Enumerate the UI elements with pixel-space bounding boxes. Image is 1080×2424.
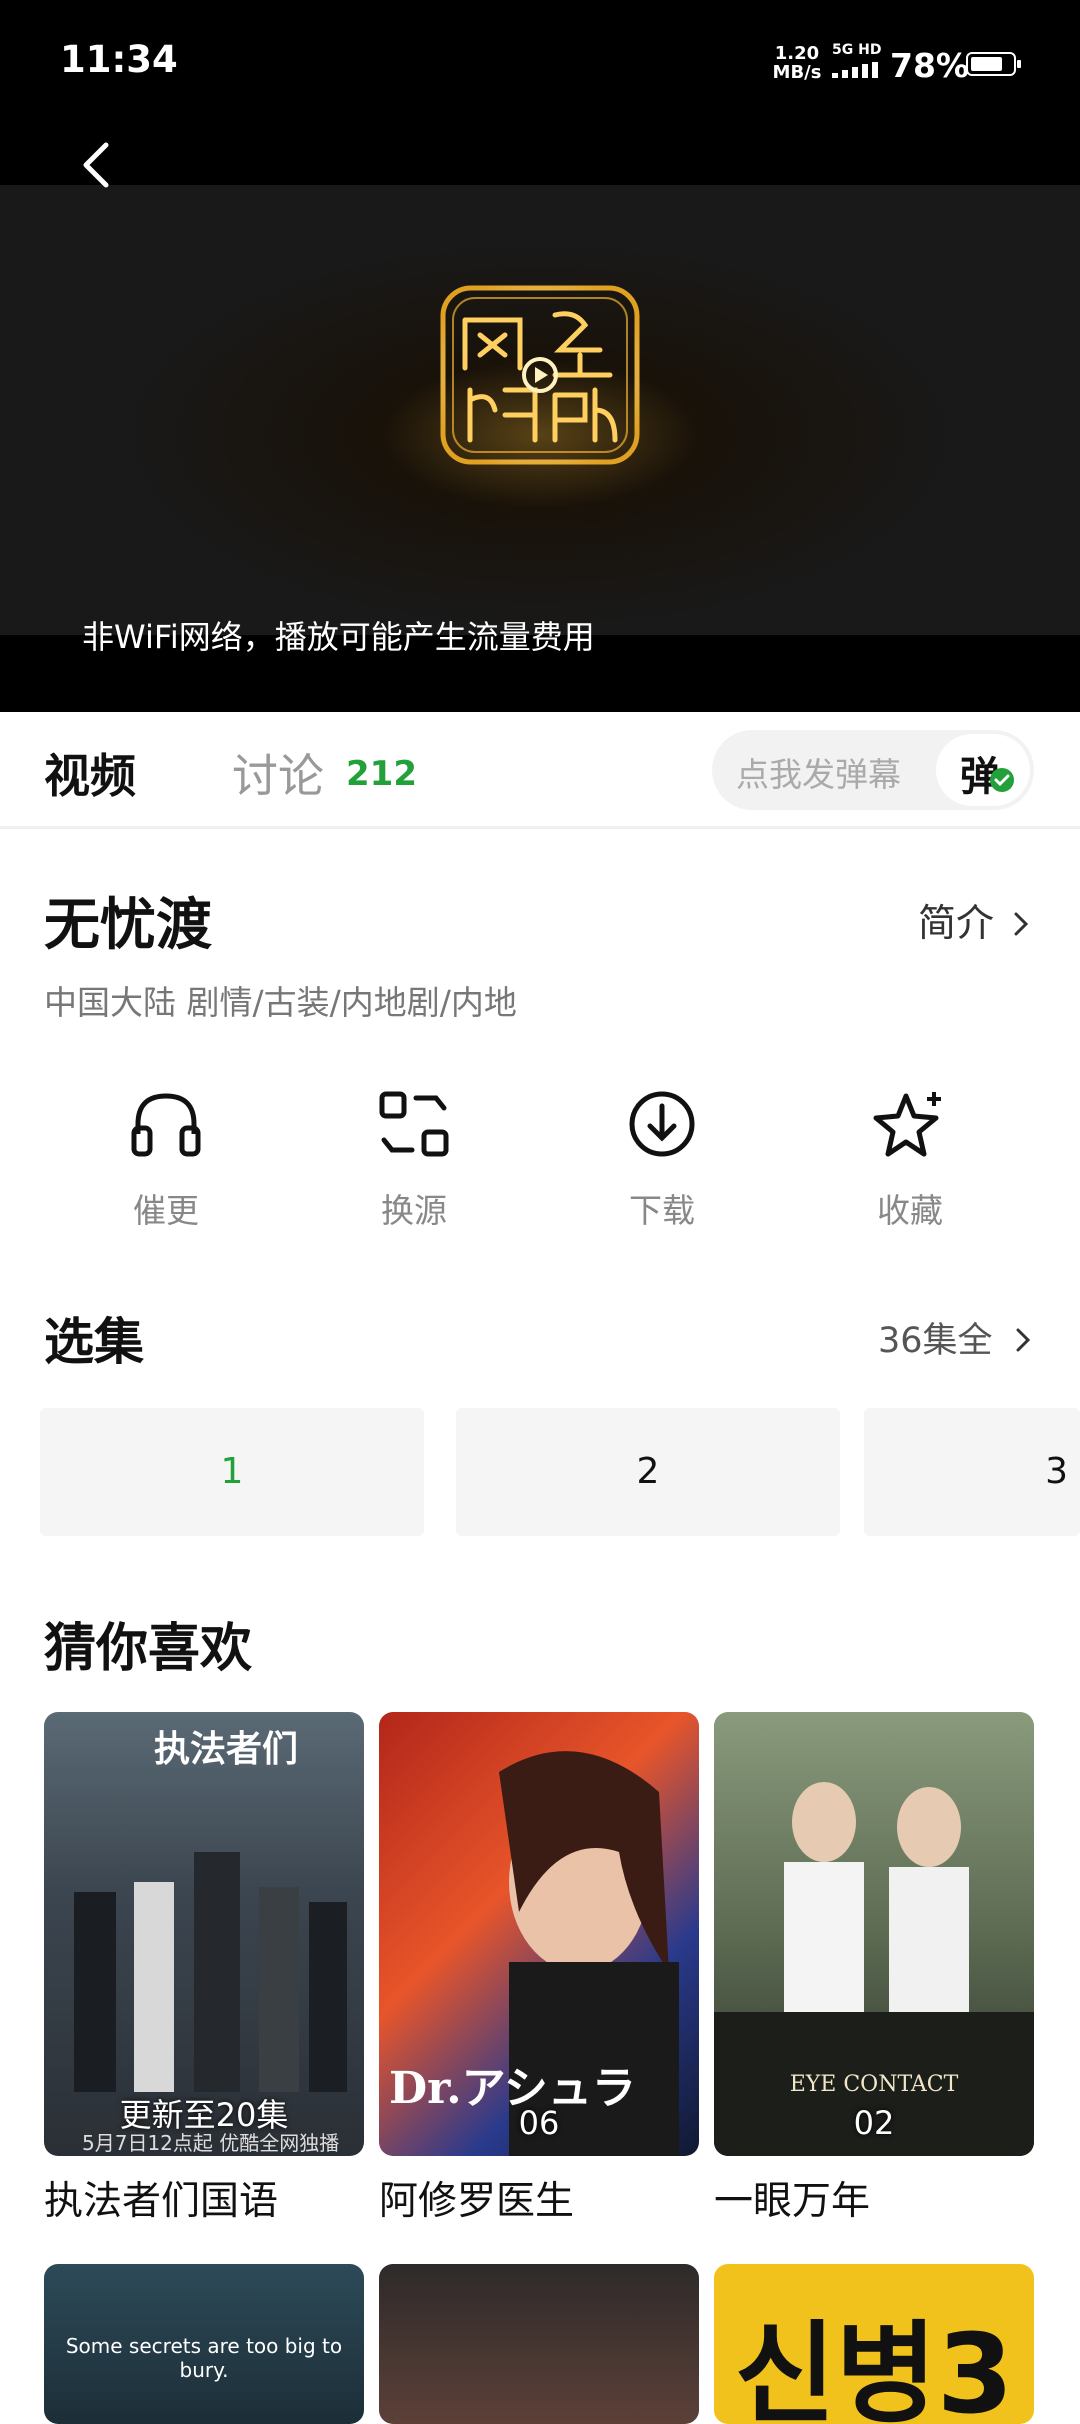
action-download[interactable]: 下载: [582, 1088, 742, 1232]
download-icon: [629, 1091, 695, 1157]
discussion-count-badge: 212: [346, 754, 417, 794]
episodes-all-link[interactable]: 36集全: [878, 1312, 1034, 1363]
star-icon: [873, 1092, 941, 1157]
recommendation-poster[interactable]: 신병3: [714, 2264, 1034, 2424]
wangluo-shiting-logo-icon: [435, 280, 645, 470]
battery-percent: 78%: [890, 46, 969, 85]
status-time: 11:34: [60, 38, 178, 81]
recommendation-poster[interactable]: EYE CONTACT 02: [714, 1712, 1034, 2156]
action-label: 换源: [381, 1191, 447, 1230]
network-speed: 1.20 MB/s: [772, 44, 822, 82]
action-label: 催更: [133, 1191, 199, 1230]
recommendation-poster[interactable]: Dr.アシュラ 06: [379, 1712, 699, 2156]
intro-link-label: 简介: [918, 901, 995, 945]
episode-badge: 更新至20集: [119, 2096, 289, 2134]
episode-button[interactable]: 3: [864, 1408, 1080, 1536]
recommendation-poster[interactable]: Some secrets are too big to bury.: [44, 2264, 364, 2424]
battery-level: [971, 57, 1002, 71]
tab-divider: [0, 826, 1080, 829]
tab-discussion[interactable]: 讨论: [232, 740, 324, 806]
cellular-data-notice: 非WiFi网络，播放可能产生流量费用: [82, 618, 595, 656]
switch-source-icon: [379, 1091, 449, 1157]
signal-icon: 5G HD: [832, 42, 884, 82]
show-title: 无忧渡: [44, 893, 212, 958]
poster-caption: EYE CONTACT: [789, 2072, 959, 2097]
show-meta: 中国大陆 剧情/古装/内地剧/内地: [44, 983, 517, 1022]
action-label: 下载: [629, 1191, 695, 1230]
network-type-label: 5G HD: [832, 42, 882, 58]
network-speed-unit: MB/s: [772, 62, 822, 83]
chevron-right-icon: [1016, 1328, 1030, 1352]
action-request-update[interactable]: 催更: [86, 1088, 246, 1232]
recommendation-title[interactable]: 阿修罗医生: [379, 2170, 574, 2226]
battery-icon: [966, 52, 1021, 76]
episode-badge: 06: [518, 2104, 560, 2142]
back-arrow-icon: [83, 142, 109, 188]
poster-caption: 신병3: [734, 2310, 1014, 2424]
network-speed-value: 1.20: [774, 43, 820, 64]
episode-button[interactable]: 1: [40, 1408, 424, 1536]
recommendation-poster[interactable]: [379, 2264, 699, 2424]
action-favorite[interactable]: 收藏: [830, 1088, 990, 1232]
recommendation-poster[interactable]: 执法者们 5月7日12点起 优酷全网独播 更新至20集: [44, 1712, 364, 2156]
status-bar: 11:34 1.20 MB/s 5G HD 78%: [0, 0, 1080, 125]
poster-caption: Some secrets are too big to bury.: [65, 2334, 343, 2382]
tab-video[interactable]: 视频: [44, 740, 136, 806]
recommendations-heading: 猜你喜欢: [44, 1619, 253, 1679]
recommendation-title[interactable]: 执法者们国语: [44, 2170, 278, 2226]
episodes-count-label: 36集全: [878, 1321, 993, 1361]
intro-link[interactable]: 简介: [918, 892, 1032, 947]
action-label: 收藏: [877, 1191, 943, 1230]
episode-badge: 02: [853, 2104, 895, 2142]
danmaku-placeholder: 点我发弹幕: [736, 755, 901, 794]
action-switch-source[interactable]: 换源: [334, 1088, 494, 1232]
check-icon: [990, 768, 1014, 792]
episode-button[interactable]: 2: [456, 1408, 840, 1536]
back-button[interactable]: [68, 135, 128, 195]
episodes-heading: 选集: [44, 1313, 144, 1371]
headphones-icon: [131, 1093, 201, 1157]
recommendation-title[interactable]: 一眼万年: [714, 2170, 870, 2226]
chevron-right-icon: [1014, 912, 1029, 936]
